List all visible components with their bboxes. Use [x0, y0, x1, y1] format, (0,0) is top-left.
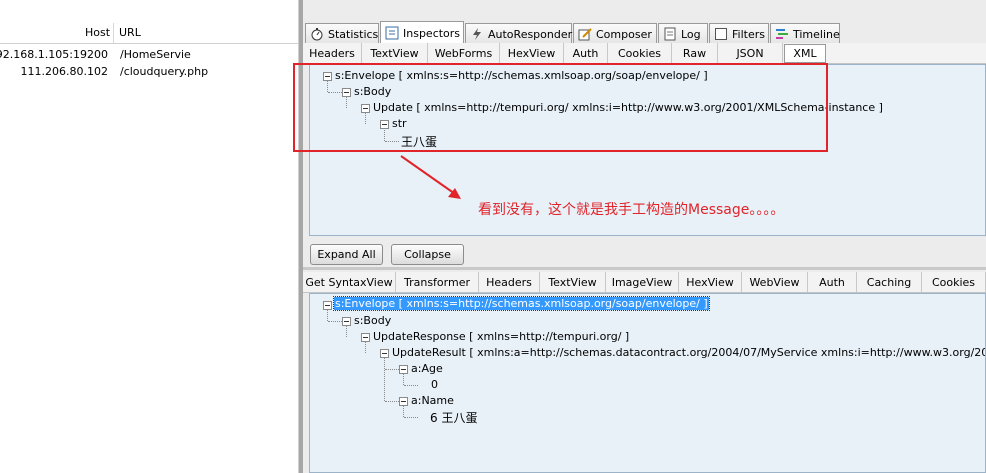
tab-response-textview[interactable]: TextView: [540, 272, 606, 292]
xml-node-updateresponse[interactable]: UpdateResponse [ xmlns=http://tempuri.or…: [373, 330, 629, 343]
tab-response-auth[interactable]: Auth: [808, 272, 857, 292]
tab-response-caching[interactable]: Caching: [857, 272, 922, 292]
tab-response-hexview[interactable]: HexView: [679, 272, 742, 292]
session-url: /cloudquery.php: [120, 65, 209, 78]
response-xml-tree: s:Envelope [ xmlns:s=http://schemas.xmls…: [309, 293, 986, 473]
session-url: /HomeServie: [120, 48, 191, 61]
annotation-text: 看到没有，这个就是我手工构造的Message。。。。: [478, 202, 785, 218]
pencil-icon: [578, 27, 592, 41]
tab-label: Composer: [596, 27, 652, 41]
session-row[interactable]: 192.168.1.105:19200 /HomeServie: [0, 46, 298, 63]
tab-request-raw[interactable]: Raw: [672, 43, 718, 63]
session-host: 111.206.80.102: [20, 65, 108, 78]
lightning-icon: [470, 27, 484, 41]
tab-log[interactable]: Log: [658, 23, 708, 44]
xml-node-body[interactable]: s:Body: [354, 314, 391, 327]
collapse-toggle[interactable]: [399, 365, 408, 374]
collapse-toggle[interactable]: [399, 397, 408, 406]
checkbox-icon: [714, 27, 728, 41]
tab-response-webview[interactable]: WebView: [742, 272, 808, 292]
tab-label: Timeline: [793, 27, 840, 41]
xml-node-age-value[interactable]: 0: [431, 378, 438, 391]
response-view-tabs: Get SyntaxView Transformer Headers TextV…: [303, 272, 986, 293]
tab-request-headers[interactable]: Headers: [303, 43, 362, 63]
session-list: Host URL 192.168.1.105:19200 /HomeServie…: [0, 0, 298, 473]
document-icon: [663, 27, 677, 41]
tab-label: Statistics: [328, 27, 379, 41]
tab-inspectors[interactable]: Inspectors: [380, 21, 464, 44]
tab-response-cookies[interactable]: Cookies: [922, 272, 986, 292]
tab-response-imageview[interactable]: ImageView: [606, 272, 679, 292]
xml-node-name-value[interactable]: 6 王八蛋: [430, 409, 477, 426]
tab-request-hexview[interactable]: HexView: [500, 43, 564, 63]
tab-composer[interactable]: Composer: [573, 23, 657, 44]
session-host: 192.168.1.105:19200: [0, 48, 108, 61]
tab-response-syntaxview[interactable]: Get SyntaxView: [303, 272, 396, 292]
tab-timeline[interactable]: Timeline: [770, 23, 840, 44]
collapse-button[interactable]: Collapse: [391, 244, 464, 265]
collapse-toggle[interactable]: [342, 317, 351, 326]
horizontal-splitter[interactable]: [303, 267, 986, 270]
collapse-toggle[interactable]: [380, 349, 389, 358]
xml-node-age[interactable]: a:Age: [411, 362, 443, 375]
tab-request-cookies[interactable]: Cookies: [608, 43, 672, 63]
xml-node-updateresult[interactable]: UpdateResult [ xmlns:a=http://schemas.da…: [392, 346, 985, 359]
expand-all-button[interactable]: Expand All: [310, 244, 383, 265]
column-header-host[interactable]: Host: [85, 26, 110, 39]
xml-node-envelope-selected[interactable]: s:Envelope [ xmlns:s=http://schemas.xmls…: [333, 296, 710, 311]
collapse-toggle[interactable]: [361, 333, 370, 342]
tab-request-xml[interactable]: XML: [784, 44, 826, 63]
inspector-panel: Statistics Inspectors AutoResponder Comp…: [293, 0, 986, 473]
session-row[interactable]: 111.206.80.102 /cloudquery.php: [0, 63, 298, 80]
column-header-url[interactable]: URL: [119, 26, 141, 39]
tab-label: Log: [681, 27, 701, 41]
tab-statistics[interactable]: Statistics: [305, 23, 379, 44]
highlight-box: [293, 63, 828, 152]
tab-request-textview[interactable]: TextView: [362, 43, 428, 63]
tab-request-auth[interactable]: Auth: [564, 43, 608, 63]
session-list-header: Host URL: [0, 23, 298, 44]
tab-label: Inspectors: [403, 26, 461, 40]
tab-response-headers[interactable]: Headers: [479, 272, 540, 292]
request-view-tabs: Headers TextView WebForms HexView Auth C…: [303, 43, 986, 64]
arrow-icon: [400, 155, 461, 199]
collapse-toggle[interactable]: [323, 301, 332, 310]
tab-response-transformer[interactable]: Transformer: [396, 272, 479, 292]
tab-autoresponder[interactable]: AutoResponder: [465, 23, 572, 44]
tab-filters[interactable]: Filters: [709, 23, 769, 44]
xml-node-name[interactable]: a:Name: [411, 394, 454, 407]
inspect-icon: [385, 26, 399, 40]
tab-request-json[interactable]: JSON: [718, 43, 783, 63]
tab-request-webforms[interactable]: WebForms: [428, 43, 500, 63]
tab-label: Filters: [732, 27, 765, 41]
stopwatch-icon: [310, 27, 324, 41]
timeline-icon: [775, 27, 789, 41]
tab-label: AutoResponder: [488, 27, 573, 41]
